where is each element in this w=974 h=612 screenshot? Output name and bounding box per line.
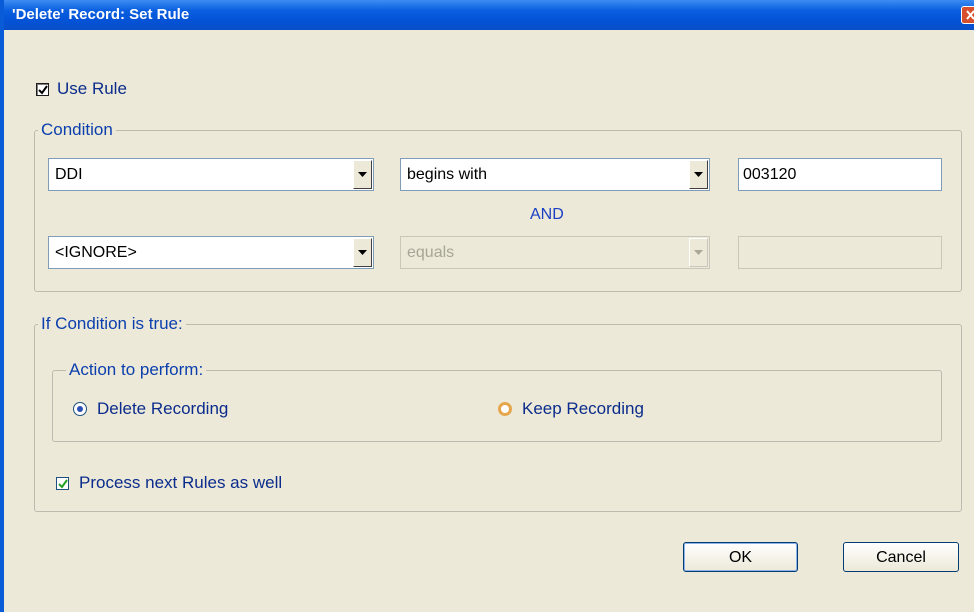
chevron-down-icon	[358, 250, 367, 255]
keep-recording-radio-row[interactable]: Keep Recording	[498, 399, 644, 419]
chevron-down-icon	[358, 172, 367, 177]
condition1-value-input[interactable]: 003120	[738, 158, 942, 191]
condition1-field-dropdown-button[interactable]	[353, 160, 372, 189]
window-left-border	[0, 0, 4, 612]
process-next-rules-checkbox-row[interactable]: Process next Rules as well	[56, 473, 282, 493]
condition1-value-text: 003120	[743, 166, 797, 183]
use-rule-label: Use Rule	[57, 79, 127, 98]
cancel-button[interactable]: Cancel	[843, 542, 959, 572]
condition2-operator-value: equals	[407, 244, 455, 261]
window-title: 'Delete' Record: Set Rule	[12, 6, 190, 23]
close-button[interactable]	[961, 6, 974, 24]
checkmark-icon	[38, 84, 48, 95]
chevron-down-icon	[694, 172, 703, 177]
process-next-rules-checkbox[interactable]	[56, 476, 69, 490]
checkmark-icon	[58, 478, 68, 489]
condition1-operator-value: begins with	[407, 166, 488, 183]
condition1-operator-dropdown-button[interactable]	[689, 160, 708, 189]
close-icon	[966, 10, 974, 20]
condition1-field-value: DDI	[55, 166, 83, 183]
use-rule-checkbox[interactable]	[36, 82, 49, 96]
keep-recording-label: Keep Recording	[522, 399, 644, 418]
condition-group-label: Condition	[38, 120, 116, 140]
process-next-rules-label: Process next Rules as well	[79, 473, 283, 492]
delete-recording-radio-row[interactable]: Delete Recording	[73, 399, 228, 419]
action-to-perform-group-label: Action to perform:	[66, 360, 207, 380]
condition2-field-value: <IGNORE>	[55, 244, 137, 261]
condition2-operator-dropdown-button	[689, 238, 708, 267]
dialog-window: 'Delete' Record: Set Rule Use Rule Condi…	[0, 0, 974, 612]
delete-recording-label: Delete Recording	[97, 399, 229, 418]
keep-recording-radio[interactable]	[498, 402, 512, 416]
condition-connector-label: AND	[530, 206, 564, 223]
use-rule-checkbox-row[interactable]: Use Rule	[36, 79, 127, 99]
title-bar[interactable]: 'Delete' Record: Set Rule	[0, 0, 974, 30]
condition2-field-select[interactable]: <IGNORE>	[48, 236, 374, 269]
condition1-field-select[interactable]: DDI	[48, 158, 374, 191]
if-condition-true-group-label: If Condition is true:	[38, 314, 186, 334]
condition2-value-input	[738, 236, 942, 269]
chevron-down-icon	[694, 250, 703, 255]
delete-recording-radio[interactable]	[73, 402, 87, 416]
condition2-operator-select: equals	[400, 236, 710, 269]
ok-button[interactable]: OK	[683, 542, 798, 572]
condition2-field-dropdown-button[interactable]	[353, 238, 372, 267]
condition1-operator-select[interactable]: begins with	[400, 158, 710, 191]
